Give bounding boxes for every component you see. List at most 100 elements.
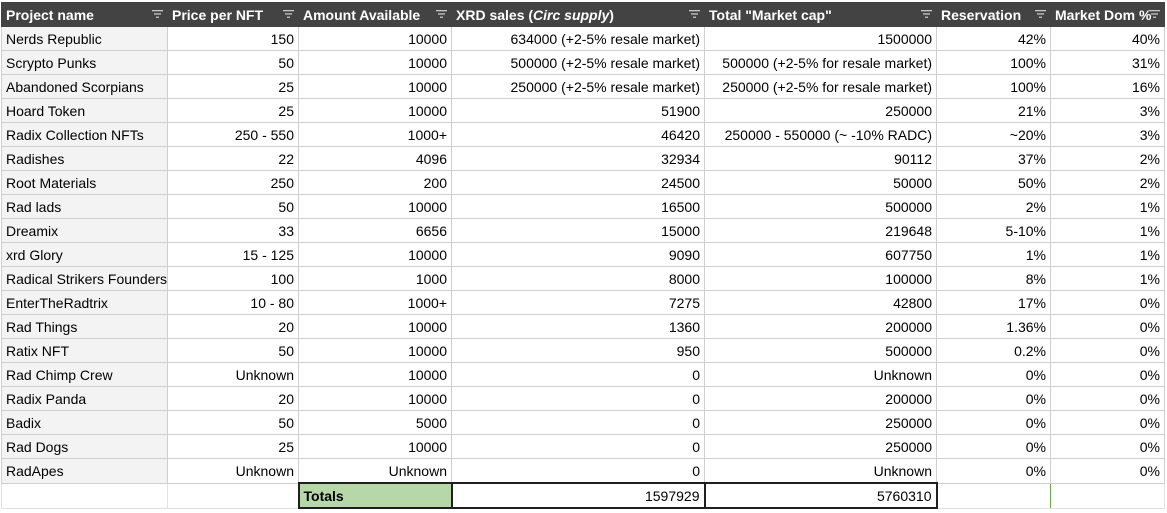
market-cap-cell[interactable]: 250000 (+2-5% for resale market) bbox=[704, 74, 937, 99]
reservation-cell[interactable]: 100% bbox=[936, 50, 1051, 75]
market-dom-cell[interactable]: 31% bbox=[1050, 50, 1165, 75]
market-dom-cell[interactable]: 1% bbox=[1050, 194, 1165, 219]
col-reservation-header[interactable]: Reservation bbox=[936, 2, 1051, 27]
xrd-sales-cell[interactable]: 24500 bbox=[451, 170, 705, 195]
amount-cell[interactable]: 10000 bbox=[298, 242, 452, 267]
xrd-sales-cell[interactable]: 51900 bbox=[451, 98, 705, 123]
price-cell[interactable]: Unknown bbox=[167, 362, 299, 387]
market-dom-cell[interactable]: 2% bbox=[1050, 170, 1165, 195]
reservation-cell[interactable]: ~20% bbox=[936, 122, 1051, 147]
market-cap-cell[interactable]: 1500000 bbox=[704, 26, 937, 51]
market-dom-cell[interactable]: 3% bbox=[1050, 122, 1165, 147]
project-name-cell[interactable]: Scrypto Punks bbox=[1, 50, 168, 75]
market-cap-cell[interactable]: 500000 bbox=[704, 338, 937, 363]
market-dom-cell[interactable]: 0% bbox=[1050, 362, 1165, 387]
amount-cell[interactable]: 10000 bbox=[298, 338, 452, 363]
reservation-cell[interactable]: 17% bbox=[936, 290, 1051, 315]
amount-cell[interactable]: 4096 bbox=[298, 146, 452, 171]
project-name-cell[interactable]: Root Materials bbox=[1, 170, 168, 195]
totals-empty-cell[interactable] bbox=[1, 482, 168, 509]
market-cap-cell[interactable]: 90112 bbox=[704, 146, 937, 171]
project-name-cell[interactable]: Radix Collection NFTs bbox=[1, 122, 168, 147]
market-dom-cell[interactable]: 0% bbox=[1050, 410, 1165, 435]
xrd-sales-cell[interactable]: 250000 (+2-5% resale market) bbox=[451, 74, 705, 99]
reservation-cell[interactable]: 5-10% bbox=[936, 218, 1051, 243]
market-cap-cell[interactable]: Unknown bbox=[704, 458, 937, 484]
market-cap-cell[interactable]: 250000 bbox=[704, 434, 937, 459]
reservation-cell[interactable]: 8% bbox=[936, 266, 1051, 291]
filter-icon[interactable] bbox=[921, 9, 932, 19]
price-cell[interactable]: 50 bbox=[167, 50, 299, 75]
xrd-sales-cell[interactable]: 7275 bbox=[451, 290, 705, 315]
totals-market-cap-cell[interactable]: 5760310 bbox=[703, 482, 938, 509]
price-cell[interactable]: 250 bbox=[167, 170, 299, 195]
xrd-sales-cell[interactable]: 15000 bbox=[451, 218, 705, 243]
xrd-sales-cell[interactable]: 9090 bbox=[451, 242, 705, 267]
price-cell[interactable]: Unknown bbox=[167, 458, 299, 484]
filter-icon[interactable] bbox=[1149, 9, 1160, 19]
amount-cell[interactable]: 10000 bbox=[298, 434, 452, 459]
xrd-sales-cell[interactable]: 0 bbox=[451, 434, 705, 459]
xrd-sales-cell[interactable]: 16500 bbox=[451, 194, 705, 219]
project-name-cell[interactable]: Nerds Republic bbox=[1, 26, 168, 51]
totals-empty-cell[interactable] bbox=[1050, 482, 1165, 509]
market-dom-cell[interactable]: 16% bbox=[1050, 74, 1165, 99]
amount-cell[interactable]: Unknown bbox=[298, 458, 452, 484]
project-name-cell[interactable]: Rad Things bbox=[1, 314, 168, 339]
market-dom-cell[interactable]: 1% bbox=[1050, 242, 1165, 267]
market-cap-cell[interactable]: Unknown bbox=[704, 362, 937, 387]
xrd-sales-cell[interactable]: 8000 bbox=[451, 266, 705, 291]
market-dom-cell[interactable]: 0% bbox=[1050, 458, 1165, 484]
totals-label-cell[interactable]: Totals bbox=[297, 482, 453, 509]
market-cap-cell[interactable]: 500000 (+2-5% for resale market) bbox=[704, 50, 937, 75]
project-name-cell[interactable]: Rad Chimp Crew bbox=[1, 362, 168, 387]
price-cell[interactable]: 22 bbox=[167, 146, 299, 171]
market-dom-cell[interactable]: 0% bbox=[1050, 314, 1165, 339]
reservation-cell[interactable]: 0% bbox=[936, 410, 1051, 435]
reservation-cell[interactable]: 2% bbox=[936, 194, 1051, 219]
market-dom-cell[interactable]: 0% bbox=[1050, 290, 1165, 315]
amount-cell[interactable]: 10000 bbox=[298, 194, 452, 219]
project-name-cell[interactable]: xrd Glory bbox=[1, 242, 168, 267]
market-cap-cell[interactable]: 219648 bbox=[704, 218, 937, 243]
xrd-sales-cell[interactable]: 634000 (+2-5% resale market) bbox=[451, 26, 705, 51]
reservation-cell[interactable]: 0.2% bbox=[936, 338, 1051, 363]
amount-cell[interactable]: 10000 bbox=[298, 98, 452, 123]
col-total-market-cap-header[interactable]: Total "Market cap" bbox=[704, 2, 937, 27]
amount-cell[interactable]: 10000 bbox=[298, 386, 452, 411]
amount-cell[interactable]: 10000 bbox=[298, 362, 452, 387]
market-cap-cell[interactable]: 200000 bbox=[704, 386, 937, 411]
reservation-cell[interactable]: 37% bbox=[936, 146, 1051, 171]
amount-cell[interactable]: 6656 bbox=[298, 218, 452, 243]
market-cap-cell[interactable]: 607750 bbox=[704, 242, 937, 267]
col-market-dom-header[interactable]: Market Dom % bbox=[1050, 2, 1165, 27]
project-name-cell[interactable]: Hoard Token bbox=[1, 98, 168, 123]
price-cell[interactable]: 33 bbox=[167, 218, 299, 243]
market-cap-cell[interactable]: 500000 bbox=[704, 194, 937, 219]
project-name-cell[interactable]: Radishes bbox=[1, 146, 168, 171]
totals-empty-cell[interactable] bbox=[167, 482, 299, 509]
market-cap-cell[interactable]: 250000 bbox=[704, 98, 937, 123]
price-cell[interactable]: 50 bbox=[167, 194, 299, 219]
reservation-cell[interactable]: 0% bbox=[936, 458, 1051, 484]
market-cap-cell[interactable]: 200000 bbox=[704, 314, 937, 339]
market-dom-cell[interactable]: 2% bbox=[1050, 146, 1165, 171]
market-dom-cell[interactable]: 0% bbox=[1050, 434, 1165, 459]
amount-cell[interactable]: 10000 bbox=[298, 26, 452, 51]
reservation-cell[interactable]: 0% bbox=[936, 362, 1051, 387]
xrd-sales-cell[interactable]: 0 bbox=[451, 458, 705, 484]
col-amount-available-header[interactable]: Amount Available bbox=[298, 2, 452, 27]
price-cell[interactable]: 25 bbox=[167, 434, 299, 459]
amount-cell[interactable]: 1000+ bbox=[298, 290, 452, 315]
xrd-sales-cell[interactable]: 500000 (+2-5% resale market) bbox=[451, 50, 705, 75]
price-cell[interactable]: 20 bbox=[167, 314, 299, 339]
market-cap-cell[interactable]: 100000 bbox=[704, 266, 937, 291]
amount-cell[interactable]: 200 bbox=[298, 170, 452, 195]
xrd-sales-cell[interactable]: 0 bbox=[451, 362, 705, 387]
market-cap-cell[interactable]: 250000 bbox=[704, 410, 937, 435]
market-dom-cell[interactable]: 1% bbox=[1050, 266, 1165, 291]
amount-cell[interactable]: 1000+ bbox=[298, 122, 452, 147]
project-name-cell[interactable]: RadApes bbox=[1, 458, 168, 484]
xrd-sales-cell[interactable]: 46420 bbox=[451, 122, 705, 147]
xrd-sales-cell[interactable]: 0 bbox=[451, 386, 705, 411]
